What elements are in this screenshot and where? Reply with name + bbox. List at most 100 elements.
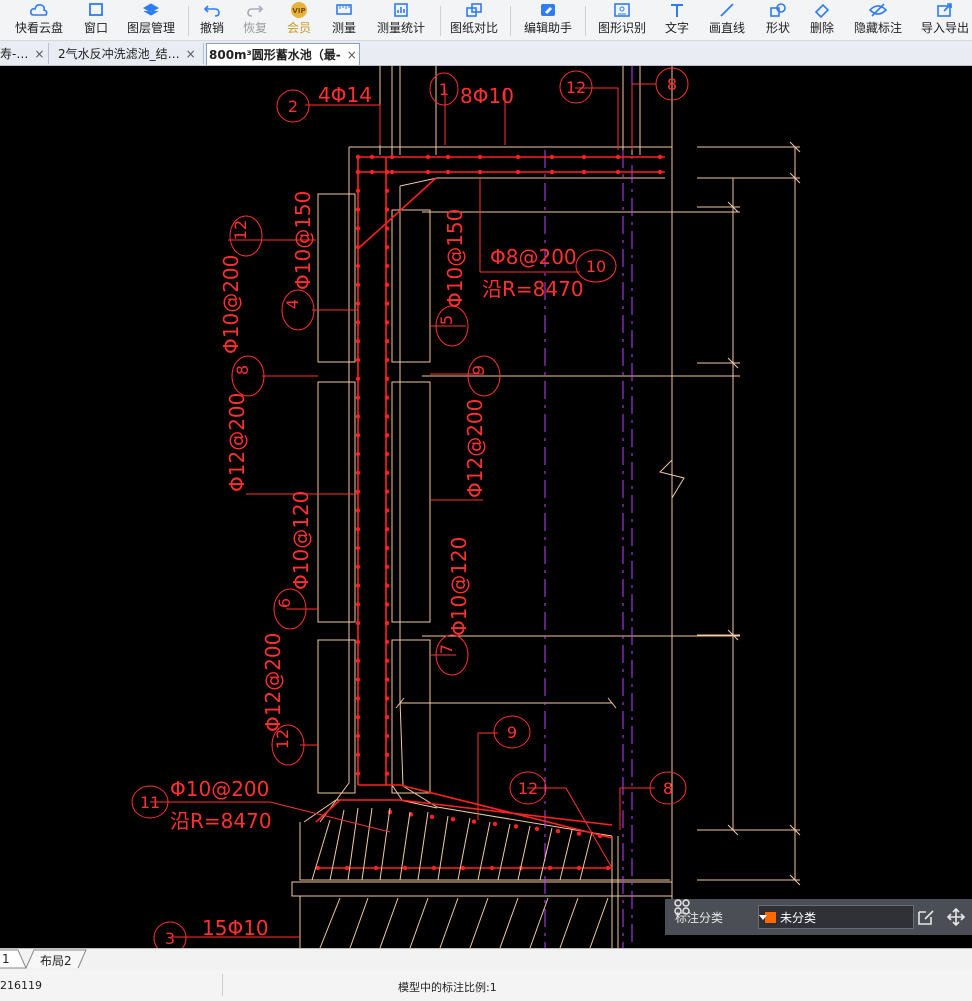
marker-9: 9 (507, 723, 517, 742)
shape-recognize-button[interactable]: 图形识别 (594, 0, 650, 40)
rebar-dot (355, 433, 361, 438)
rebar-dot (384, 508, 390, 513)
rebar-dot (477, 154, 483, 160)
shape-button[interactable]: 形状 (762, 0, 794, 40)
marker-2: 2 (288, 97, 298, 116)
label-phi8-200: Φ8@200 (490, 245, 577, 269)
rebar-dot (605, 865, 611, 871)
annotation-scale-text: 模型中的标注比例:1 (398, 981, 497, 994)
shape-recognize-icon (614, 3, 630, 17)
close-icon[interactable]: × (347, 48, 357, 62)
import-export-button[interactable]: 导入导出 (918, 0, 972, 40)
layout-tab-1[interactable]: 1 (2, 952, 10, 966)
rebar-dot (657, 169, 663, 175)
rebar-dot (355, 508, 361, 513)
cloud-disk-button[interactable]: 快看云盘 (12, 0, 66, 40)
rebar-dot (445, 169, 451, 175)
layer-manager-button[interactable]: 图层管理 (124, 0, 178, 40)
compare-button[interactable]: 图纸对比 (447, 0, 501, 40)
rebar-dot (384, 357, 390, 363)
rebar-dot (355, 564, 361, 569)
rebar-dot (431, 865, 437, 871)
measure-stats-icon (394, 3, 408, 17)
window-button[interactable]: 窗口 (78, 0, 114, 40)
marker-12: 12 (518, 779, 538, 798)
line-icon (720, 3, 734, 17)
rebar-dot (547, 865, 553, 871)
wall-outline (291, 66, 801, 948)
drawing-canvas[interactable]: 2 1 12 8 10 12 4 5 8 9 6 7 12 9 12 8 11 … (0, 66, 972, 948)
cad-drawing: 2 1 12 8 10 12 4 5 8 9 6 7 12 9 12 8 11 … (131, 66, 801, 948)
hide-annotation-button[interactable]: 隐藏标注 (850, 0, 906, 40)
annotation-category-select[interactable]: 未分类 (758, 905, 914, 929)
layout-tab-2[interactable]: 布局2 (40, 952, 72, 969)
marker-11: 11 (140, 793, 160, 812)
rebar-dot (384, 545, 390, 551)
close-icon[interactable]: × (34, 47, 44, 61)
move-icon[interactable] (947, 908, 965, 926)
label-phi10-120: Φ10@120 (447, 537, 471, 636)
rebar-dot (384, 245, 390, 250)
rebar-dot (355, 752, 361, 757)
rebar-dot (384, 207, 390, 212)
rebar-dot (384, 414, 390, 419)
rebar-dot (384, 451, 390, 457)
edit-icon[interactable] (917, 908, 935, 926)
rebar-dot (355, 320, 361, 325)
marker-12: 12 (231, 220, 250, 240)
rebar-dot (429, 814, 435, 819)
footing-hatch (311, 807, 609, 948)
text-button[interactable]: 文字 (662, 0, 692, 40)
vip-button[interactable]: VIP 会员 (284, 0, 314, 40)
tab-document-3[interactable]: 800m³圆形蓄水池（最- × (206, 43, 360, 65)
grid-icon[interactable] (674, 899, 690, 915)
toolbar-divider (188, 6, 189, 36)
rebar-dot (355, 414, 361, 419)
label-15phi10: 15Φ10 (202, 916, 269, 940)
close-icon[interactable]: × (186, 47, 196, 61)
rebar-dot (355, 489, 361, 494)
rebar-dot (355, 154, 361, 160)
measure-button[interactable]: 测量 (328, 0, 360, 40)
marker-3: 3 (165, 929, 175, 948)
rebar-dot (384, 263, 390, 269)
rebar-dot (355, 771, 361, 776)
rebar-dot (355, 545, 361, 551)
marker-1: 1 (439, 80, 449, 99)
rebar-dot (384, 602, 390, 607)
tab-document-2[interactable]: 2气水反冲洗滤池_结… × (58, 43, 204, 64)
delete-button[interactable]: 删除 (806, 0, 838, 40)
draw-line-button[interactable]: 画直线 (706, 0, 748, 40)
redo-button[interactable]: 恢复 (240, 0, 270, 40)
rebar-dot (344, 865, 350, 871)
rebar-dot (355, 357, 361, 363)
redo-icon (247, 5, 264, 17)
rebar-dot (384, 771, 390, 776)
undo-button[interactable]: 撤销 (197, 0, 227, 40)
import-export-icon (937, 3, 952, 17)
edit-assistant-icon (541, 4, 555, 16)
rebar-dot (384, 433, 390, 438)
measure-stats-button[interactable]: 测量统计 (373, 0, 429, 40)
rebar-dot (384, 376, 390, 381)
rebar-dot (384, 677, 390, 682)
label-phi10-150: Φ10@150 (291, 191, 315, 290)
edit-assistant-button[interactable]: 编辑助手 (520, 0, 576, 40)
rebar-dot (369, 154, 375, 160)
rebar-dot (355, 527, 361, 532)
rebar-dot (384, 301, 390, 306)
rebar-dot (355, 677, 361, 682)
document-tabs: 寿-… × 2气水反冲洗滤池_结… × 800m³圆形蓄水池（最- × (0, 41, 972, 66)
rebar-dot (355, 301, 361, 306)
rebar-dot (355, 658, 361, 663)
main-toolbar: 快看云盘 窗口 图层管理 撤销 恢复 VIP 会员 测量 测量统计 图纸对比 编… (0, 0, 972, 41)
label-phi12-200: Φ12@200 (225, 393, 249, 492)
rebar-dot (384, 527, 390, 532)
rebar-dot (471, 819, 477, 824)
tab-document-1[interactable]: 寿-… × (0, 43, 49, 64)
marker-4: 4 (283, 299, 302, 309)
rebar-dot (384, 564, 390, 569)
hide-annotation-icon (868, 3, 888, 17)
label-8phi10: 8Φ10 (460, 84, 514, 108)
rebar-dot (384, 658, 390, 663)
